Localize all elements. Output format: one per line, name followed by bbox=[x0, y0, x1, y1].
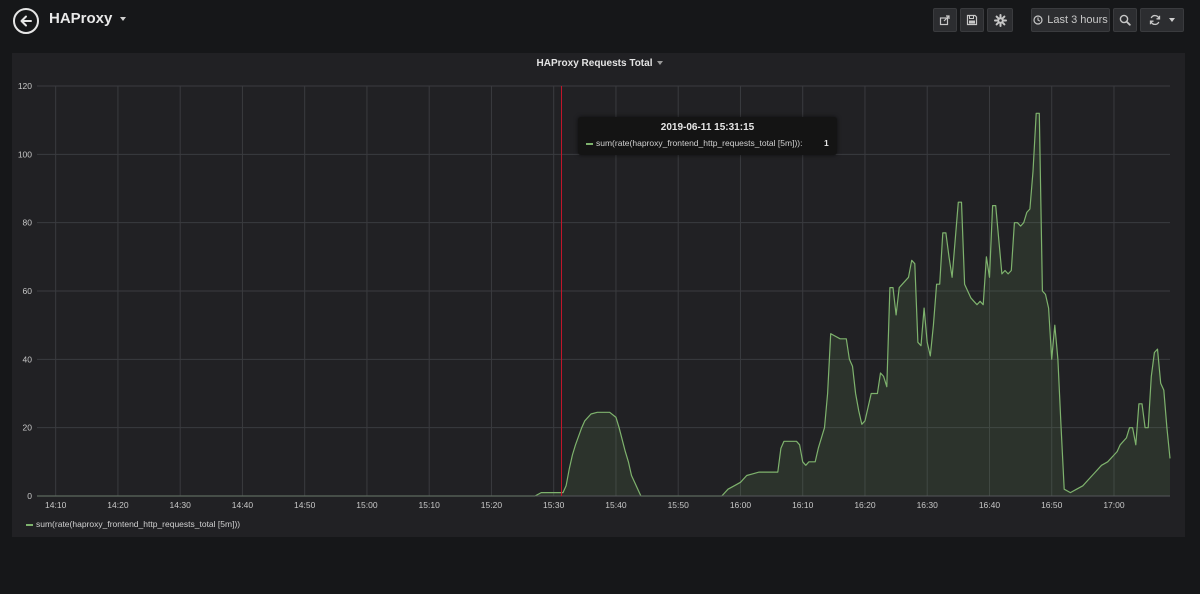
share-button[interactable] bbox=[933, 8, 957, 32]
legend-item[interactable]: sum(rate(haproxy_frontend_http_requests_… bbox=[26, 519, 240, 529]
tooltip-series: sum(rate(haproxy_frontend_http_requests_… bbox=[586, 138, 802, 148]
share-icon bbox=[939, 15, 950, 26]
series-color-swatch bbox=[586, 142, 593, 145]
tooltip-series-label: sum(rate(haproxy_frontend_http_requests_… bbox=[596, 138, 803, 148]
time-range-picker[interactable]: Last 3 hours bbox=[1031, 8, 1110, 32]
chevron-down-icon bbox=[1169, 18, 1175, 22]
clock-icon bbox=[1033, 15, 1043, 25]
time-range-label: Last 3 hours bbox=[1047, 14, 1108, 26]
dashboard-navbar: HAProxy Last 3 hours bbox=[0, 0, 1200, 40]
panel-title[interactable]: HAProxy Requests Total bbox=[0, 58, 1200, 69]
chevron-down-icon bbox=[120, 17, 127, 22]
settings-button[interactable] bbox=[987, 8, 1013, 32]
save-button[interactable] bbox=[960, 8, 984, 32]
gear-icon bbox=[993, 13, 1007, 27]
tooltip-value: 1 bbox=[824, 138, 829, 148]
refresh-icon bbox=[1149, 14, 1161, 26]
dashboard-title[interactable]: HAProxy bbox=[49, 10, 127, 27]
series-color-swatch bbox=[26, 523, 33, 526]
legend-label: sum(rate(haproxy_frontend_http_requests_… bbox=[36, 519, 241, 529]
save-icon bbox=[966, 14, 978, 26]
chevron-down-icon bbox=[657, 61, 664, 66]
tooltip-timestamp: 2019-06-11 15:31:15 bbox=[660, 122, 755, 133]
zoom-out-icon bbox=[1119, 14, 1131, 26]
panel-title-label: HAProxy Requests Total bbox=[536, 58, 653, 69]
arrow-left-icon bbox=[20, 15, 32, 27]
zoom-out-button[interactable] bbox=[1113, 8, 1137, 32]
refresh-button[interactable] bbox=[1140, 8, 1184, 32]
graph-tooltip: 2019-06-11 15:31:15 sum(rate(haproxy_fro… bbox=[578, 117, 837, 155]
dashboard-title-label: HAProxy bbox=[49, 10, 113, 27]
back-button[interactable] bbox=[13, 8, 39, 34]
